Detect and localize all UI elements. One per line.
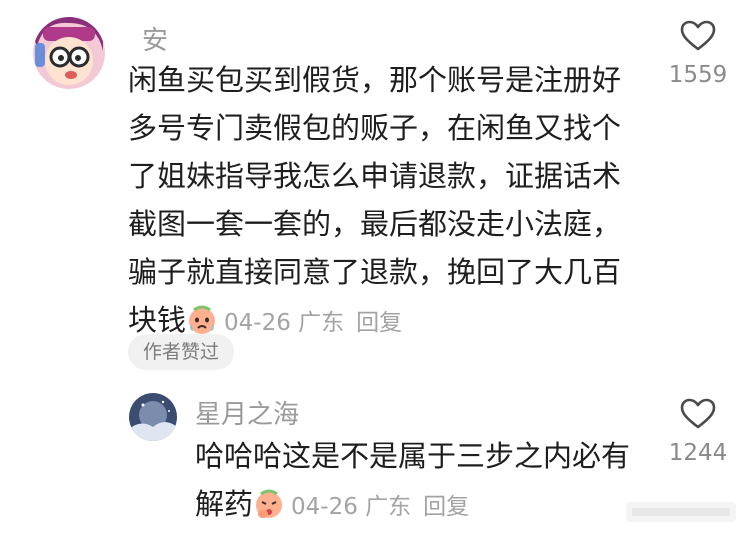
avatar[interactable]	[129, 393, 177, 441]
heart-outline-icon[interactable]	[680, 20, 716, 52]
comment-location: 广东	[365, 494, 412, 520]
comment-text-line: 了姐妹指导我怎么申请退款，证据话术	[128, 159, 622, 193]
comment-date: 04-26	[224, 310, 291, 336]
comment-text-line: 哈哈哈这是不是属于三步之内必有	[195, 439, 631, 473]
comment-text-line: 块钱	[128, 303, 187, 337]
like-count: 1559	[668, 62, 728, 88]
avatar[interactable]	[33, 17, 105, 89]
comment-text-line: 闲鱼买包买到假货，那个账号是注册好	[128, 63, 622, 97]
comment-meta: 04-26 广东 回复	[291, 494, 469, 520]
author-liked-badge: 作者赞过	[128, 334, 234, 370]
comment-meta: 04-26 广东 回复	[224, 310, 402, 336]
watermark	[626, 498, 736, 526]
reply-button[interactable]: 回复	[356, 310, 402, 336]
comment-text-line: 骗子就直接同意了退款，挽回了大几百	[128, 255, 622, 289]
comment-text-line: 截图一套一套的，最后都没走小法庭，	[128, 207, 622, 241]
comment-location: 广东	[298, 310, 345, 336]
like-count: 1244	[668, 440, 728, 466]
like-button[interactable]: 1244	[653, 398, 743, 466]
comment-text: 哈哈哈这是不是属于三步之内必有 解药 04-26 广东 回复	[195, 432, 645, 534]
comment-username[interactable]: 星月之海	[195, 394, 299, 431]
comment-text-line: 多号专门卖假包的贩子，在闲鱼又找个	[128, 111, 622, 145]
like-button[interactable]: 1559	[653, 20, 743, 88]
heart-outline-icon[interactable]	[680, 398, 716, 430]
comment-text: 闲鱼买包买到假货，那个账号是注册好 多号专门卖假包的贩子，在闲鱼又找个 了姐妹指…	[128, 56, 648, 350]
comment-username[interactable]: 安	[142, 20, 168, 57]
comment-date: 04-26	[291, 494, 358, 520]
comment-last-line: 解药 04-26 广东 回复	[195, 480, 645, 534]
comment-text-line: 解药	[195, 487, 254, 521]
reply-button[interactable]: 回复	[423, 494, 469, 520]
thinking-face-emoji	[253, 486, 285, 534]
